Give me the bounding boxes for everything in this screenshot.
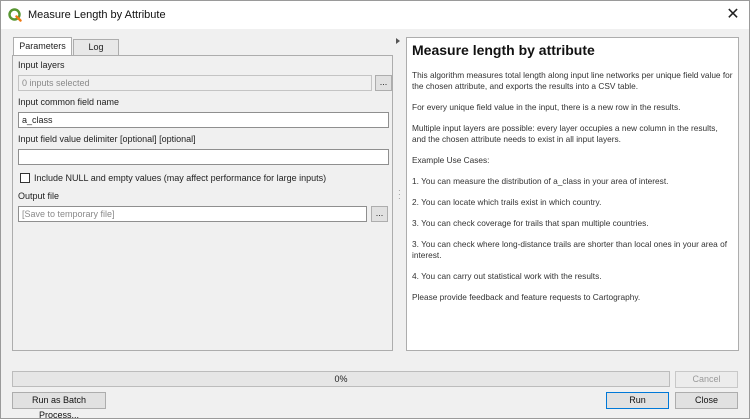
delimiter-input[interactable]	[18, 149, 389, 165]
include-null-label: Include NULL and empty values (may affec…	[34, 173, 327, 183]
tab-log[interactable]: Log	[73, 39, 119, 55]
close-window-icon[interactable]: ✕	[723, 5, 743, 25]
output-file-browse-button[interactable]: ...	[371, 206, 388, 222]
close-button[interactable]: Close	[675, 392, 738, 409]
help-panel: Measure length by attribute This algorit…	[406, 37, 739, 351]
input-layers-browse-button[interactable]: ...	[375, 75, 392, 91]
help-paragraph: 4. You can carry out statistical work wi…	[412, 271, 602, 281]
input-layers-field[interactable]: 0 inputs selected	[18, 75, 372, 91]
splitter-handle[interactable]: · · ·	[398, 187, 401, 203]
progress-bar: 0%	[12, 371, 670, 387]
input-layers-label: Input layers	[18, 60, 65, 70]
help-title: Measure length by attribute	[412, 42, 595, 58]
delimiter-label: Input field value delimiter [optional] […	[18, 134, 196, 144]
dialog-window: Measure Length by Attribute ✕ Parameters…	[0, 0, 750, 419]
help-paragraph: 1. You can measure the distribution of a…	[412, 176, 669, 186]
qgis-logo-icon	[8, 8, 22, 22]
collapse-help-arrow-icon[interactable]	[396, 38, 400, 44]
title-bar[interactable]: Measure Length by Attribute ✕	[1, 1, 749, 29]
help-paragraph: 3. You can check coverage for trails tha…	[412, 218, 649, 228]
help-paragraph: For every unique field value in the inpu…	[412, 102, 681, 112]
tab-parameters[interactable]: Parameters	[13, 37, 72, 56]
help-paragraph: This algorithm measures total length alo…	[412, 70, 733, 91]
run-batch-button[interactable]: Run as Batch Process...	[12, 392, 106, 419]
help-paragraph: Please provide feedback and feature requ…	[412, 292, 641, 302]
cancel-button[interactable]: Cancel	[675, 371, 738, 388]
help-paragraph: Multiple input layers are possible: ever…	[412, 123, 718, 144]
parameters-panel: Input layers 0 inputs selected ... Input…	[12, 55, 393, 351]
field-name-label: Input common field name	[18, 97, 120, 107]
field-name-input[interactable]: a_class	[18, 112, 389, 128]
include-null-checkbox[interactable]	[20, 173, 30, 183]
help-paragraph: Example Use Cases:	[412, 155, 490, 165]
output-file-input[interactable]: [Save to temporary file]	[18, 206, 367, 222]
window-title: Measure Length by Attribute	[28, 9, 166, 21]
output-file-label: Output file	[18, 191, 60, 201]
help-paragraph: 2. You can locate which trails exist in …	[412, 197, 602, 207]
help-paragraph: 3. You can check where long-distance tra…	[412, 239, 728, 260]
run-button[interactable]: Run	[606, 392, 669, 409]
